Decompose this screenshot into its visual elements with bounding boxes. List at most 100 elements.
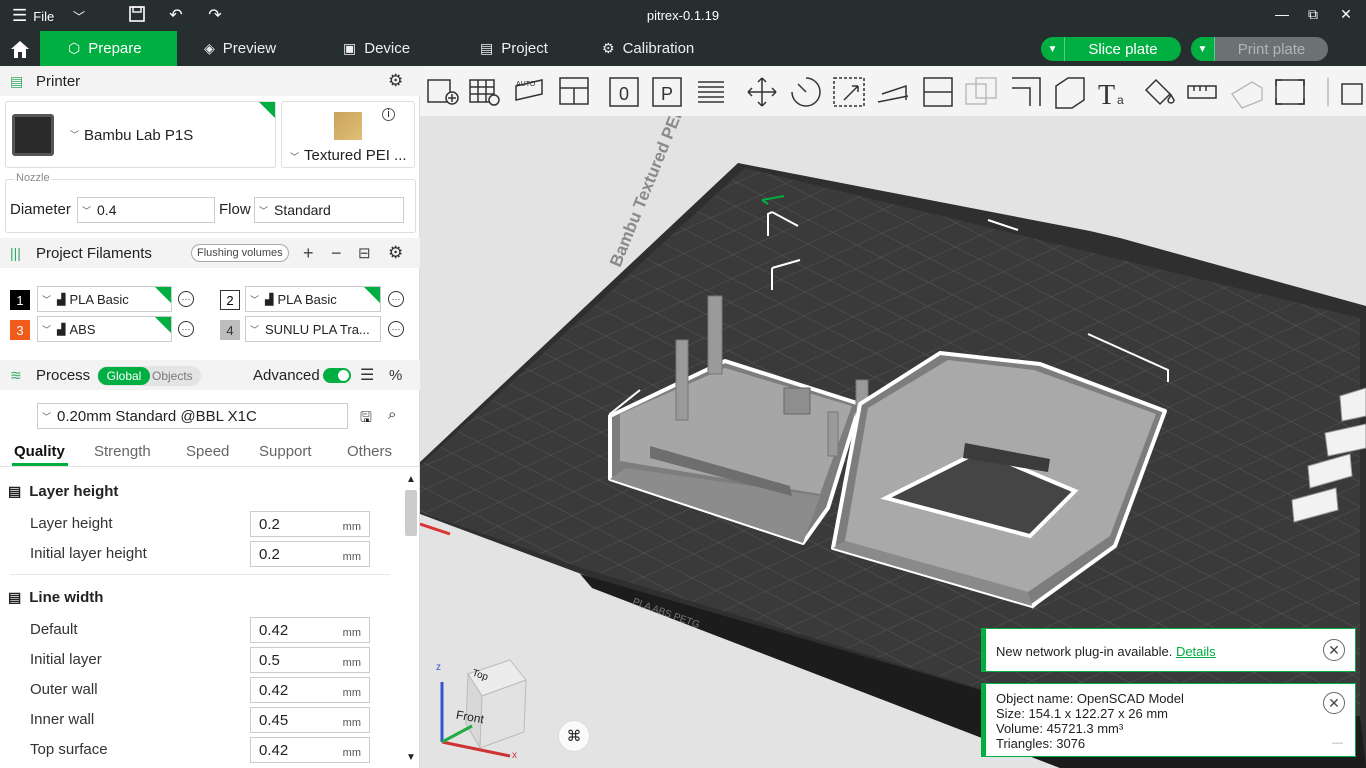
objects-option[interactable]: Objects: [152, 367, 193, 385]
tab-calibration[interactable]: ⚙ Calibration: [602, 31, 694, 66]
filament-1-more-icon[interactable]: ···: [178, 291, 194, 307]
filament-1-select[interactable]: ﹀ ▟ PLA Basic: [37, 286, 172, 312]
close-icon[interactable]: ✕: [1323, 692, 1345, 714]
unit-label: mm: [342, 551, 361, 563]
title-bar: ☰ File ﹀ ↶ ↷ pitrex-0.1.19 — ⧉ ✕: [0, 0, 1366, 31]
tab-preview[interactable]: ◈ Preview: [204, 31, 276, 66]
details-link[interactable]: Details: [1176, 644, 1216, 659]
cut-icon: [923, 77, 953, 107]
close-window-button[interactable]: ✕: [1334, 6, 1358, 23]
printer-selector[interactable]: ﹀ Bambu Lab P1S: [5, 101, 276, 168]
chevron-down-icon: ﹀: [250, 294, 260, 305]
file-menu[interactable]: ☰ File: [12, 6, 54, 26]
diameter-label: Diameter: [10, 201, 71, 218]
chevron-down-icon[interactable]: ﹀: [68, 8, 90, 28]
tab-project[interactable]: ▤ Project: [480, 31, 548, 66]
svg-text:T: T: [1098, 80, 1115, 111]
flow-value: Standard: [274, 202, 331, 218]
setting-input[interactable]: 0.2 mm: [250, 541, 370, 567]
filament-2-more-icon[interactable]: ···: [388, 291, 404, 307]
flow-label: Flow: [219, 201, 251, 218]
filament-4-more-icon[interactable]: ···: [388, 321, 404, 337]
object-volume-text: Volume: 45721.3 mm³: [996, 721, 1124, 736]
chevron-down-icon[interactable]: ▼: [1191, 37, 1215, 61]
diameter-select[interactable]: ﹀ 0.4: [77, 197, 215, 223]
3d-viewport[interactable]: AUTO 0 P Ta Bambu Textured PEI Plate PLA…: [420, 66, 1366, 768]
filament-4-number: 4: [220, 320, 240, 340]
filament-2-select[interactable]: ﹀ ▟ PLA Basic: [245, 286, 381, 312]
setting-value: 0.5: [259, 651, 280, 669]
tab-strength[interactable]: Strength: [94, 443, 151, 460]
advanced-toggle[interactable]: [323, 368, 351, 383]
printer-name: Bambu Lab P1S: [84, 127, 194, 144]
filament-2-name: PLA Basic: [277, 291, 337, 307]
chevron-down-icon: ﹀: [42, 324, 52, 335]
scale-icon: [833, 77, 865, 107]
search-icon[interactable]: ⌕: [388, 406, 396, 423]
view-cube[interactable]: Top Front z x: [432, 652, 532, 762]
camera-reset-button[interactable]: ⌘: [558, 720, 590, 752]
setting-input[interactable]: 0.5 mm: [250, 647, 370, 673]
info-icon[interactable]: i: [382, 108, 395, 121]
restore-button[interactable]: ⧉: [1301, 6, 1325, 23]
remove-icon[interactable]: −: [331, 243, 342, 264]
setting-input[interactable]: 0.45 mm: [250, 707, 370, 733]
filament-4-select[interactable]: ﹀ SUNLU PLA Tra...: [245, 316, 381, 342]
compare-icon[interactable]: %: [389, 367, 402, 384]
settings-scrollbar[interactable]: ▲ ▼: [404, 474, 418, 766]
chevron-down-icon: ﹀: [42, 411, 52, 422]
chevron-down-icon[interactable]: ▼: [1041, 37, 1065, 61]
setting-input[interactable]: 0.2 mm: [250, 511, 370, 537]
minimize-button[interactable]: —: [1270, 6, 1294, 22]
scrollbar-thumb[interactable]: [405, 490, 417, 536]
filament-3-select[interactable]: ﹀ ▟ ABS: [37, 316, 172, 342]
printer-section-title: Printer: [36, 72, 81, 90]
sync-icon[interactable]: ⊟: [358, 244, 371, 262]
list-icon[interactable]: ☰: [360, 365, 374, 385]
setting-input[interactable]: 0.42 mm: [250, 677, 370, 703]
support-paint-icon: [1012, 77, 1041, 106]
setting-input[interactable]: 0.42 mm: [250, 617, 370, 643]
plugin-notification-text: New network plug-in available.: [996, 644, 1173, 659]
setting-value: 0.45: [259, 711, 289, 729]
filament-3-more-icon[interactable]: ···: [178, 321, 194, 337]
setting-label: Default: [30, 621, 78, 638]
add-icon[interactable]: +: [303, 243, 314, 264]
setting-input[interactable]: 0.42 mm: [250, 737, 370, 763]
redo-icon[interactable]: ↷: [204, 5, 226, 25]
chevron-down-icon[interactable]: ▼: [406, 752, 416, 763]
minimize-notification-icon[interactable]: —: [1332, 736, 1343, 751]
save-icon[interactable]: 🖫: [360, 407, 372, 431]
hamburger-icon: ☰: [12, 6, 28, 25]
slice-plate-button[interactable]: ▼ Slice plate: [1041, 37, 1181, 61]
plate-selector[interactable]: i ﹀ Textured PEI ...: [281, 101, 415, 168]
flow-select[interactable]: ﹀ Standard: [254, 197, 404, 223]
spool-icon: ▟: [57, 323, 66, 336]
chevron-up-icon[interactable]: ▲: [406, 474, 416, 485]
tab-device[interactable]: ▣ Device: [343, 31, 410, 66]
print-plate-button[interactable]: ▼ Print plate: [1191, 37, 1328, 61]
save-icon[interactable]: [126, 5, 148, 25]
add-object-icon: [427, 79, 459, 105]
device-icon: ▣: [343, 40, 357, 56]
process-profile-select[interactable]: ﹀ 0.20mm Standard @BBL X1C: [37, 403, 348, 429]
arrange-icon: [559, 77, 589, 105]
undo-icon[interactable]: ↶: [165, 5, 187, 25]
flushing-volumes-button[interactable]: Flushing volumes: [191, 244, 289, 262]
gear-icon[interactable]: ⚙: [388, 243, 403, 263]
object-info-notification: Object name: OpenSCAD Model Size: 154.1 …: [981, 683, 1356, 757]
group-layer-height: ▤ Layer height: [8, 483, 118, 500]
setting-value: 0.42: [259, 741, 289, 759]
tab-prepare[interactable]: ⬡ Prepare: [40, 31, 177, 66]
tab-support[interactable]: Support: [259, 443, 312, 460]
tab-others[interactable]: Others: [347, 443, 392, 460]
tab-quality[interactable]: Quality: [14, 443, 65, 460]
tab-speed[interactable]: Speed: [186, 443, 229, 460]
global-option[interactable]: Global: [98, 367, 150, 385]
gear-icon[interactable]: ⚙: [388, 71, 403, 91]
object-triangles-text: Triangles: 3076: [996, 736, 1086, 751]
global-objects-toggle[interactable]: Global Objects: [97, 366, 201, 386]
home-button[interactable]: [0, 31, 40, 66]
tab-preview-label: Preview: [222, 40, 277, 57]
close-icon[interactable]: ✕: [1323, 639, 1345, 661]
